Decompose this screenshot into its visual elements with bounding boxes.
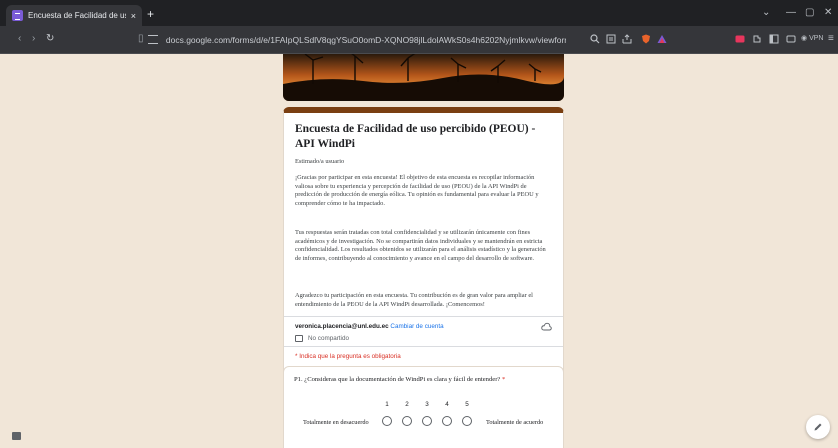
maximize-button[interactable]: ▢ bbox=[805, 7, 814, 19]
url-text: docs.google.com/forms/d/e/1FAIpQLSdlV8qg… bbox=[165, 34, 566, 45]
tab-search-icon[interactable]: ⌄ bbox=[762, 7, 770, 19]
scale-radio-3[interactable] bbox=[422, 416, 432, 426]
scale-label-2: 2 bbox=[405, 401, 409, 408]
report-abuse-icon[interactable] bbox=[12, 432, 21, 440]
menu-icon[interactable]: ≡ bbox=[828, 33, 834, 45]
browser-tab[interactable]: Encuesta de Facilidad de uso p × bbox=[6, 5, 142, 26]
scale-radio-1[interactable] bbox=[382, 416, 392, 426]
cloud-save-icon bbox=[541, 322, 552, 331]
forward-icon[interactable]: › bbox=[32, 33, 35, 45]
scale-label-3: 3 bbox=[425, 401, 429, 408]
scale-low-label: Totalmente en desacuerdo bbox=[303, 419, 369, 426]
browser-toolbar: ‹ › ↻ ▯ docs.google.com/forms/d/e/1FAIpQ… bbox=[0, 26, 838, 53]
switch-account-link[interactable]: Cambiar de cuenta bbox=[390, 323, 443, 330]
vpn-status-dot-icon: ◉ bbox=[801, 35, 810, 42]
account-row: veronica.placencia@unl.edu.ec Cambiar de… bbox=[295, 323, 444, 330]
vpn-label: VPN bbox=[809, 35, 824, 42]
address-bar[interactable]: docs.google.com/forms/d/e/1FAIpQLSdlV8qg… bbox=[148, 30, 566, 49]
scale-radio-5[interactable] bbox=[462, 416, 472, 426]
scale-radio-2[interactable] bbox=[402, 416, 412, 426]
reload-icon[interactable]: ↻ bbox=[46, 33, 54, 45]
site-info-icon[interactable] bbox=[148, 35, 158, 44]
scale-label-4: 4 bbox=[445, 401, 449, 408]
extensions-icon[interactable] bbox=[752, 34, 762, 44]
close-window-button[interactable]: ✕ bbox=[824, 7, 832, 19]
google-forms-favicon-icon bbox=[12, 10, 23, 21]
scale-high-label: Totalmente de acuerdo bbox=[486, 419, 544, 426]
question-card-p1: P1. ¿Consideras que la documentación de … bbox=[283, 366, 564, 448]
question-title: P1. ¿Consideras que la documentación de … bbox=[294, 376, 556, 383]
divider bbox=[284, 346, 563, 347]
account-email: veronica.placencia@unl.edu.ec bbox=[295, 323, 389, 330]
sharing-status: No compartido bbox=[295, 335, 349, 342]
form-confidentiality-paragraph: Tus respuestas serán tratadas con total … bbox=[295, 229, 546, 262]
tab-strip: Encuesta de Facilidad de uso p × + ⌄ — ▢… bbox=[0, 0, 838, 26]
edit-fab-button[interactable] bbox=[806, 415, 830, 439]
tab-close-button[interactable]: × bbox=[131, 11, 136, 21]
required-asterisk: * bbox=[501, 376, 506, 383]
brave-rewards-icon[interactable] bbox=[657, 34, 667, 44]
not-shared-label: No compartido bbox=[308, 335, 349, 342]
scale-label-1: 1 bbox=[385, 401, 389, 408]
new-tab-button[interactable]: + bbox=[147, 8, 154, 20]
mail-extension-icon[interactable] bbox=[735, 34, 745, 44]
bookmark-page-icon[interactable]: ▯ bbox=[138, 33, 144, 45]
vpn-button[interactable]: ◉ VPN bbox=[801, 34, 823, 42]
pencil-icon bbox=[814, 423, 822, 431]
share-icon[interactable] bbox=[622, 34, 632, 44]
wallet-icon[interactable] bbox=[786, 34, 796, 44]
divider bbox=[284, 316, 563, 317]
reader-mode-icon[interactable] bbox=[606, 34, 616, 44]
scale-radio-4[interactable] bbox=[442, 416, 452, 426]
brave-shields-icon[interactable] bbox=[641, 34, 651, 44]
tab-title: Encuesta de Facilidad de uso p bbox=[28, 11, 126, 20]
form-title: Encuesta de Facilidad de uso percibido (… bbox=[295, 123, 536, 150]
zoom-icon[interactable] bbox=[590, 34, 600, 44]
minimize-button[interactable]: — bbox=[786, 7, 796, 19]
scale-label-5: 5 bbox=[465, 401, 469, 408]
question-text: P1. ¿Consideras que la documentación de … bbox=[294, 376, 501, 383]
form-thanks-paragraph: Agradezco tu participación en esta encue… bbox=[295, 292, 533, 308]
form-greeting: Estimado/a usuario bbox=[295, 158, 345, 165]
not-shared-icon bbox=[295, 335, 303, 342]
form-page: Encuesta de Facilidad de uso percibido (… bbox=[0, 54, 838, 448]
required-note: * Indica que la pregunta es obligatoria bbox=[295, 353, 401, 360]
form-intro-paragraph: ¡Gracias por participar en esta encuesta… bbox=[295, 174, 539, 207]
back-icon[interactable]: ‹ bbox=[18, 33, 21, 45]
wind-turbine-banner-image bbox=[283, 54, 564, 101]
sidebar-icon[interactable] bbox=[769, 34, 779, 44]
